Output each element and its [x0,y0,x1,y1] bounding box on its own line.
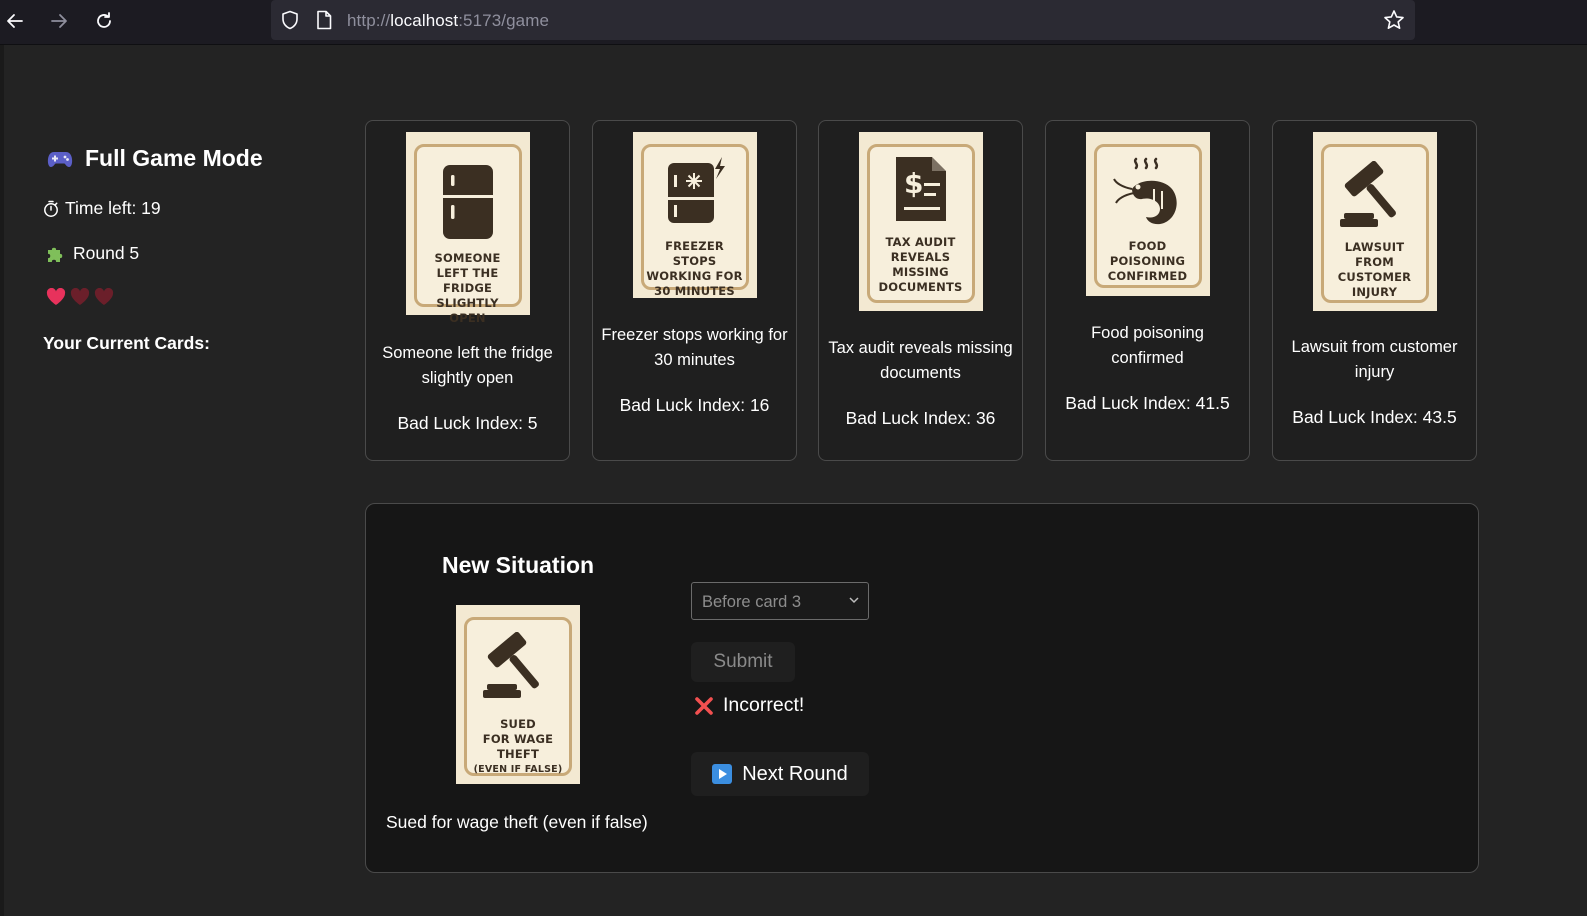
current-cards-label: Your Current Cards: [43,333,210,353]
card-caption: Food poisoning confirmed [1091,324,1204,367]
bad-luck-index: Bad Luck Index: 41.5 [1065,393,1230,413]
poster-line: DOCUMENTS [878,280,963,294]
poster-line: FOOD [1128,239,1167,253]
situation-card-image: SUED FOR WAGE THEFT (EVEN IF FALSE) [456,605,580,784]
bad-luck-index: Bad Luck Index: 16 [619,395,770,415]
card-image: LAWSUIT FROM CUSTOMER INJURY [1312,132,1437,311]
forward-button[interactable] [46,8,72,34]
poster-line: FOR WAGE [482,732,554,746]
gavel-icon [483,632,539,698]
card-image: FOOD POISONING CONFIRMED [1085,132,1210,296]
poster-line: TAX AUDIT [885,235,956,249]
round-stat: Round 5 [46,243,139,264]
poster-line: CONFIRMED [1107,269,1188,283]
poster-line: CUSTOMER [1337,270,1412,284]
reload-button[interactable] [91,8,117,34]
card-caption: Lawsuit from customer injury [1291,338,1458,381]
position-select[interactable]: Before card 3 [691,582,869,620]
next-round-label: Next Round [742,762,848,785]
bad-luck-index: Bad Luck Index: 43.5 [1292,407,1457,427]
poster-line: MISSING [892,265,949,279]
shrimp-icon [1112,157,1177,225]
lives-hearts [46,288,114,306]
result-text: Incorrect! [723,694,805,716]
hand-card[interactable]: $ TAX AUDIT REVEALS MISSING DOCUMENTS Ta… [818,120,1023,461]
new-situation-panel: New Situation SUED FOR WAGE THEFT (EVEN … [365,503,1479,873]
poster-line: FRIDGE [442,281,493,295]
result-message: Incorrect! [694,694,804,717]
timer-stat: Time left: 19 [43,198,161,219]
fridge-icon [442,165,493,239]
play-icon [712,764,733,784]
bookmark-star-icon[interactable] [1383,9,1405,31]
page-icon[interactable] [313,9,335,31]
page-left-edge [0,45,4,916]
svg-text:$: $ [904,167,923,200]
card-caption: Tax audit reveals missing documents [828,339,1013,382]
hand-card[interactable]: FREEZER STOPS WORKING FOR 30 MINUTES Fre… [592,120,797,461]
card-caption: Freezer stops working for 30 minutes [601,326,788,369]
address-bar[interactable]: http://localhost:5173/game [271,0,1415,40]
card-poster: LAWSUIT FROM CUSTOMER INJURY [1320,144,1429,303]
poster-line: FREEZER STOPS [665,239,724,268]
heart-empty-icon [70,288,90,305]
card-image: FREEZER STOPS WORKING FOR 30 MINUTES [632,132,757,298]
hand-card[interactable]: SOMEONE LEFT THE FRIDGE SLIGHTLY OPEN So… [365,120,570,461]
cross-mark-icon [695,696,713,715]
poster-line: 30 MINUTES [654,284,735,298]
game-controller-icon [47,151,73,167]
poster-line: INJURY [1351,285,1398,299]
time-left-text: Time left: 19 [65,198,161,218]
card-image: $ TAX AUDIT REVEALS MISSING DOCUMENTS [858,132,983,311]
browser-toolbar: http://localhost:5173/game [0,0,1587,45]
gavel-icon [1339,161,1396,227]
poster-line: LAWSUIT [1344,240,1405,254]
bad-luck-index: Bad Luck Index: 36 [845,408,996,428]
select-value: Before card 3 [702,593,802,611]
new-situation-title: New Situation [442,552,595,578]
poster-line: SUED [500,717,536,731]
submit-button[interactable]: Submit [691,642,795,682]
hand-card[interactable]: FOOD POISONING CONFIRMED Food poisoning … [1045,120,1250,461]
heart-empty-icon [94,288,114,305]
card-image: SOMEONE LEFT THE FRIDGE SLIGHTLY OPEN [405,132,530,325]
poster-line: FROM [1355,255,1394,269]
round-text: Round 5 [73,243,140,263]
card-caption: Someone left the fridge slightly open [382,344,553,387]
poster-line: SOMEONE [434,251,501,265]
card-poster: SOMEONE LEFT THE FRIDGE SLIGHTLY OPEN [413,144,522,325]
stopwatch-icon [44,200,58,217]
url-text[interactable]: http://localhost:5173/game [347,11,549,31]
chevron-down-icon [849,597,859,604]
hand-card[interactable]: LAWSUIT FROM CUSTOMER INJURY Lawsuit fro… [1272,120,1477,461]
card-poster: FREEZER STOPS WORKING FOR 30 MINUTES [640,144,749,298]
reload-icon [97,12,111,28]
mode-title-text: Full Game Mode [85,145,263,171]
tax-document-icon: $ [895,157,946,221]
bad-luck-index: Bad Luck Index: 5 [397,413,538,433]
poster-line: REVEALS [890,250,951,264]
situation-caption: Sued for wage theft (even if false) [386,812,648,832]
poster-line: POISONING [1109,254,1186,268]
poster-line: WORKING FOR [646,269,743,283]
poster-line: (EVEN IF FALSE) [473,764,563,775]
shield-icon[interactable] [279,9,301,31]
poster-line: LEFT THE [436,266,499,280]
freezer-icon [667,157,725,223]
card-poster: SUED FOR WAGE THEFT (EVEN IF FALSE) [464,617,572,776]
card-poster: $ TAX AUDIT REVEALS MISSING DOCUMENTS [866,144,975,303]
back-arrow-icon [7,14,23,28]
back-button[interactable] [2,8,28,34]
forward-arrow-icon [51,14,67,28]
card-poster: FOOD POISONING CONFIRMED [1093,144,1202,288]
mode-title: Full Game Mode [47,145,263,172]
next-round-button[interactable]: Next Round [691,752,869,796]
poster-line: SLIGHTLY OPEN [436,296,499,325]
puzzle-piece-icon [48,247,63,262]
heart-full-icon [46,288,66,305]
poster-line: THEFT [496,747,540,761]
